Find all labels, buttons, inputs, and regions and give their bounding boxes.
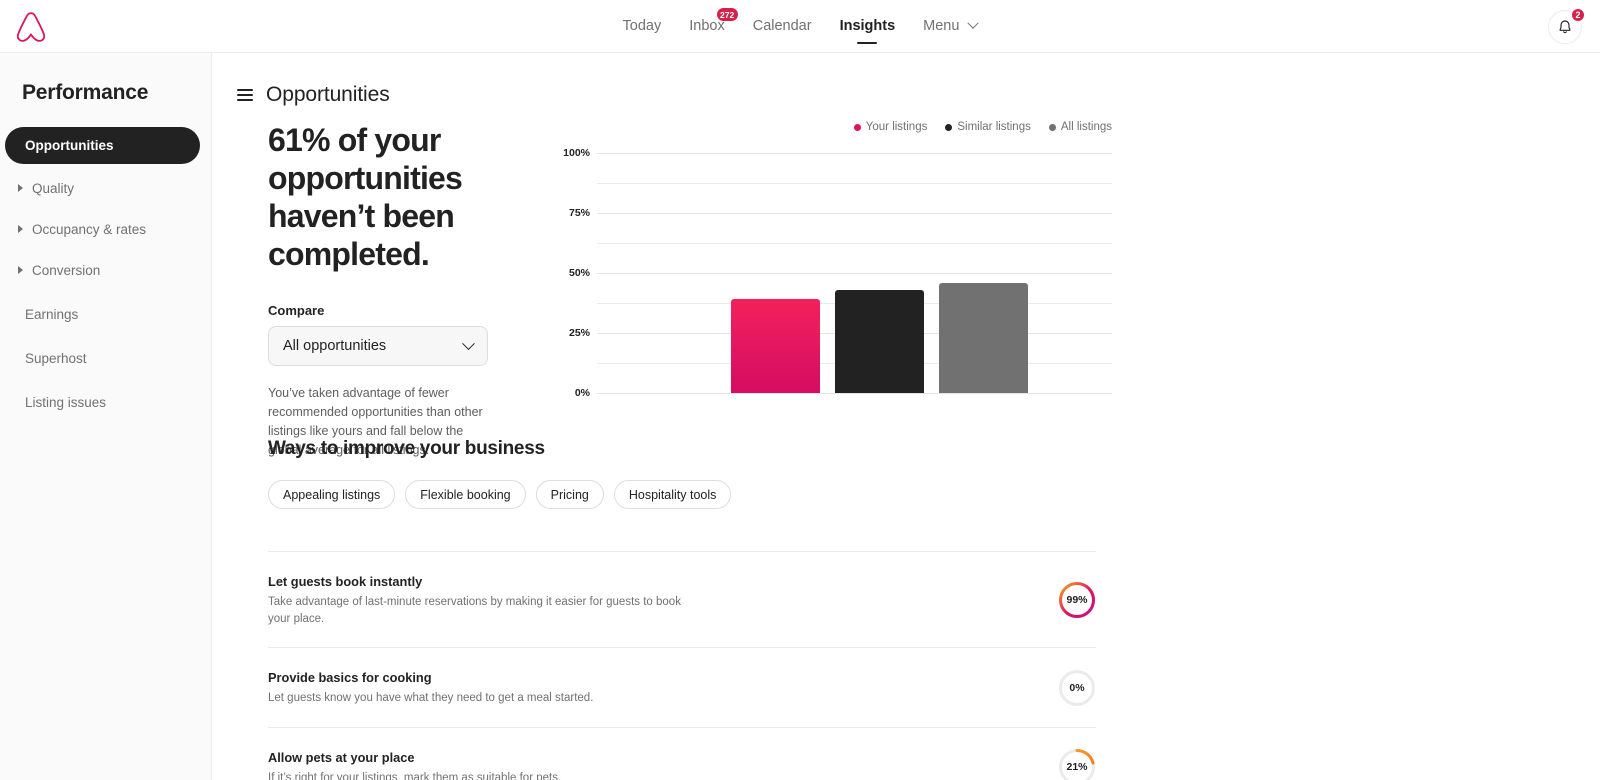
- legend-dot-icon: [853, 123, 861, 131]
- sidebar: Performance Opportunities Quality Occupa…: [0, 53, 212, 780]
- chip-label: Pricing: [550, 487, 589, 502]
- nav-item-label: Menu: [923, 18, 960, 34]
- sidebar-item-earnings[interactable]: Earnings: [5, 297, 200, 331]
- progress-ring: 99%: [1058, 581, 1096, 619]
- chip-label: Appealing listings: [283, 487, 381, 502]
- sidebar-item-label: Listing issues: [25, 394, 107, 410]
- nav-item-label: Insights: [839, 18, 896, 34]
- y-tick-label: 25%: [568, 327, 590, 339]
- legend-item-similar-listings[interactable]: Similar listings: [945, 121, 1031, 133]
- legend-label: Your listings: [865, 121, 928, 133]
- inbox-unread-badge: 272: [716, 8, 738, 21]
- chevron-down-icon: [462, 337, 475, 350]
- list-item-title: Provide basics for cooking: [268, 670, 432, 686]
- caret-right-icon: [18, 225, 23, 233]
- sidebar-item-quality[interactable]: Quality: [5, 171, 200, 205]
- legend-dot-icon: [1048, 123, 1056, 131]
- chip-pricing[interactable]: Pricing: [535, 480, 604, 509]
- nav-item-calendar[interactable]: Calendar: [739, 0, 826, 53]
- caret-right-icon: [18, 266, 23, 274]
- chart-plot-area: 100% 75% 50% 25% 0%: [552, 147, 1112, 399]
- legend-item-your-listings[interactable]: Your listings: [853, 121, 928, 133]
- progress-ring-label: 0%: [1069, 681, 1085, 694]
- chart-y-axis: 100% 75% 50% 25% 0%: [552, 147, 594, 399]
- chip-flexible-booking[interactable]: Flexible booking: [405, 480, 526, 509]
- hamburger-icon[interactable]: [237, 86, 253, 104]
- list-item-subtitle: If it’s right for your listings, mark th…: [268, 772, 562, 780]
- list-item-text: Let guests book instantly Take advantage…: [268, 574, 908, 627]
- page-title: Opportunities: [266, 83, 390, 106]
- legend-item-all-listings[interactable]: All listings: [1048, 121, 1112, 133]
- legend-dot-icon: [945, 123, 953, 131]
- list-item[interactable]: Provide basics for cooking Let guests kn…: [268, 647, 1096, 727]
- list-item-title: Let guests book instantly: [268, 574, 423, 589]
- bar-similar-listings[interactable]: [835, 289, 924, 393]
- progress-ring: 0%: [1058, 669, 1096, 707]
- opportunities-list: Let guests book instantly Take advantage…: [268, 551, 1096, 780]
- ways-section-title: Ways to improve your business: [268, 438, 545, 459]
- chip-label: Hospitality tools: [628, 487, 717, 502]
- sidebar-item-conversion[interactable]: Conversion: [5, 253, 200, 287]
- nav-item-today[interactable]: Today: [609, 0, 676, 53]
- sidebar-item-occupancy-rates[interactable]: Occupancy & rates: [5, 212, 200, 246]
- sidebar-item-label: Earnings: [25, 306, 79, 322]
- bar-all-listings[interactable]: [939, 282, 1028, 393]
- hero-panel: 61% of your opportunities haven’t been c…: [268, 121, 518, 459]
- main-content: Opportunities 61% of your opportunities …: [212, 53, 1600, 780]
- sidebar-item-label: Quality: [32, 180, 75, 196]
- nav-item-menu[interactable]: Menu: [909, 0, 991, 53]
- sidebar-title: Performance: [22, 81, 149, 104]
- primary-nav-links: Today Inbox 272 Calendar Insights Menu: [0, 0, 1600, 53]
- hero-headline: 61% of your opportunities haven’t been c…: [268, 122, 463, 273]
- sidebar-item-label: Occupancy & rates: [32, 221, 147, 237]
- list-item-subtitle: Take advantage of last-minute reservatio…: [268, 596, 681, 625]
- ways-filter-chips: Appealing listings Flexible booking Pric…: [268, 480, 732, 509]
- caret-right-icon: [18, 184, 23, 192]
- chart-legend: Your listings Similar listings All listi…: [853, 121, 1112, 133]
- sidebar-item-label: Superhost: [25, 350, 87, 366]
- progress-ring: 21%: [1058, 748, 1096, 780]
- nav-item-label: Today: [622, 18, 662, 34]
- list-item-subtitle: Let guests know you have what they need …: [268, 692, 594, 705]
- nav-item-inbox[interactable]: Inbox 272: [675, 0, 738, 53]
- bar-your-listings[interactable]: [731, 299, 820, 393]
- top-navigation-bar: Today Inbox 272 Calendar Insights Menu 2: [0, 0, 1600, 53]
- legend-label: All listings: [1060, 121, 1112, 133]
- chart-bars: [597, 153, 1112, 393]
- compare-select[interactable]: All opportunities: [268, 326, 488, 367]
- sidebar-item-opportunities[interactable]: Opportunities: [5, 127, 200, 164]
- sidebar-item-listing-issues[interactable]: Listing issues: [5, 385, 200, 419]
- y-tick-label: 50%: [568, 267, 590, 279]
- y-tick-label: 100%: [563, 147, 590, 159]
- y-tick-label: 0%: [574, 387, 590, 399]
- list-item[interactable]: Allow pets at your place If it’s right f…: [268, 727, 1096, 780]
- chip-label: Flexible booking: [420, 487, 511, 502]
- progress-ring-label: 21%: [1066, 761, 1088, 774]
- nav-item-label: Calendar: [752, 18, 812, 34]
- list-item-text: Provide basics for cooking Let guests kn…: [268, 670, 908, 707]
- comparison-bar-chart: Your listings Similar listings All listi…: [552, 121, 1112, 401]
- progress-ring-label: 99%: [1066, 593, 1088, 606]
- y-tick-label: 75%: [568, 207, 590, 219]
- notifications-button[interactable]: 2: [1548, 7, 1586, 44]
- compare-select-value: All opportunities: [283, 338, 387, 355]
- nav-item-label: Inbox: [689, 18, 725, 34]
- compare-label: Compare: [268, 303, 325, 319]
- chip-hospitality-tools[interactable]: Hospitality tools: [613, 480, 732, 509]
- list-item[interactable]: Let guests book instantly Take advantage…: [268, 551, 1096, 647]
- bell-icon: [1559, 20, 1571, 34]
- nav-item-insights[interactable]: Insights: [826, 0, 910, 53]
- sidebar-item-superhost[interactable]: Superhost: [5, 341, 200, 375]
- legend-label: Similar listings: [957, 121, 1031, 133]
- main-header: Opportunities: [212, 53, 1600, 107]
- chevron-down-icon: [967, 17, 980, 30]
- list-item-text: Allow pets at your place If it’s right f…: [268, 750, 908, 780]
- list-item-title: Allow pets at your place: [268, 750, 415, 766]
- chip-appealing-listings[interactable]: Appealing listings: [268, 480, 396, 509]
- notifications-count-badge: 2: [1570, 7, 1586, 23]
- sidebar-item-label: Opportunities: [25, 138, 114, 153]
- sidebar-item-label: Conversion: [32, 262, 101, 278]
